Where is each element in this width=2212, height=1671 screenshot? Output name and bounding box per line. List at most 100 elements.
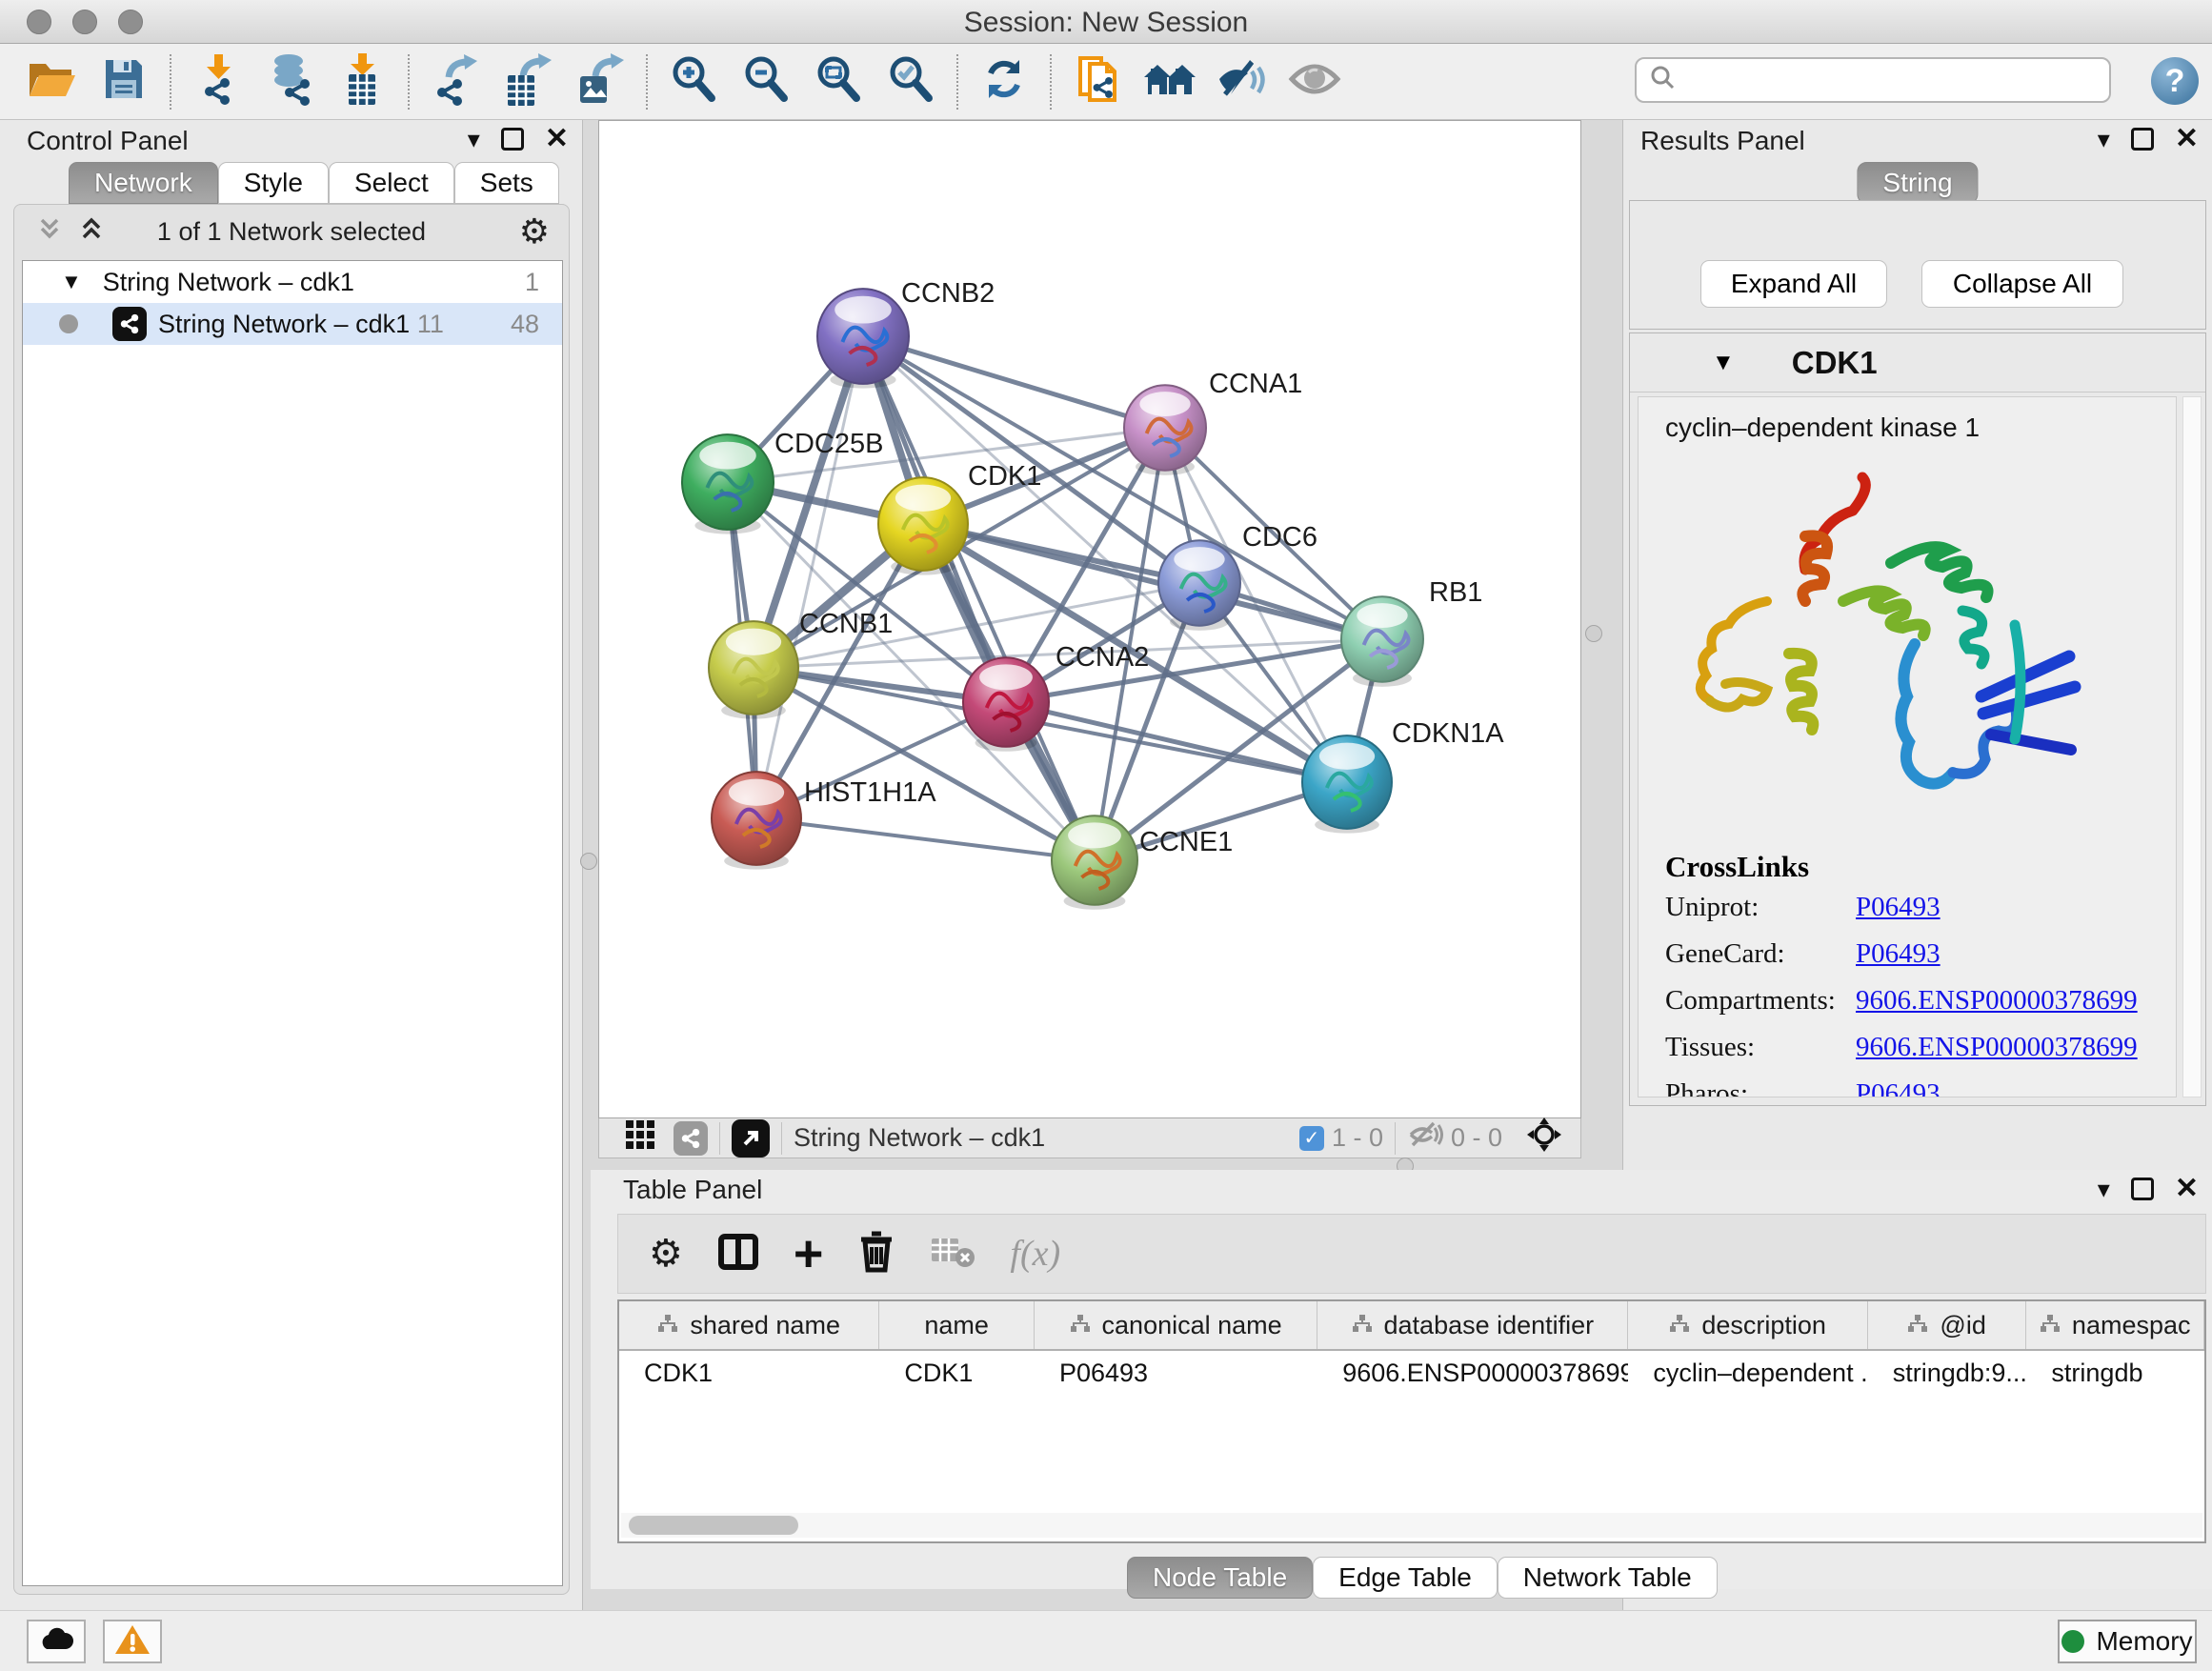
- table-cell[interactable]: CDK1: [619, 1351, 879, 1395]
- close-panel-icon[interactable]: ✕: [545, 125, 569, 153]
- collapse-all-button[interactable]: Collapse All: [1921, 260, 2123, 308]
- crosslink-label: GeneCard:: [1665, 938, 1856, 970]
- float-panel-icon[interactable]: [501, 128, 524, 151]
- zoom-out-button[interactable]: [735, 51, 796, 112]
- hidden-eye-icon[interactable]: [1407, 1120, 1443, 1156]
- zoom-fit-button[interactable]: [808, 51, 869, 112]
- zoom-selected-icon: [886, 54, 935, 109]
- table-cell[interactable]: cyclin–dependent ...: [1628, 1351, 1867, 1395]
- collapse-triangle-icon[interactable]: ▼: [61, 270, 82, 294]
- network-node-CCNB1[interactable]: [709, 621, 798, 719]
- crosslink-link[interactable]: P06493: [1856, 938, 1941, 970]
- network-node-CDC6[interactable]: [1158, 540, 1240, 631]
- network-node-CCNE1[interactable]: [1052, 815, 1137, 910]
- refresh-button[interactable]: [974, 51, 1035, 112]
- crosshair-icon[interactable]: [1525, 1116, 1563, 1160]
- gene-description: cyclin–dependent kinase 1: [1665, 413, 2176, 443]
- tab-node-table[interactable]: Node Table: [1127, 1557, 1313, 1599]
- add-column-icon[interactable]: +: [794, 1235, 824, 1273]
- table-cell[interactable]: stringdb:9...: [1868, 1351, 2027, 1395]
- node-label-CDK1: CDK1: [968, 461, 1041, 492]
- network-node-CCNA1[interactable]: [1124, 385, 1206, 475]
- network-node-RB1[interactable]: [1341, 596, 1423, 687]
- column-header-name[interactable]: name: [879, 1301, 1035, 1349]
- close-panel-icon[interactable]: ✕: [2175, 125, 2199, 153]
- network-node-CDK1[interactable]: [878, 477, 968, 575]
- column-header-description[interactable]: description: [1628, 1301, 1867, 1349]
- crosslink-link[interactable]: P06493: [1856, 1078, 1941, 1097]
- table-cell[interactable]: P06493: [1035, 1351, 1317, 1395]
- network-edge-HIST1H1A-CCNE1[interactable]: [756, 818, 1095, 860]
- show-columns-icon[interactable]: [717, 1231, 759, 1278]
- open-session-button[interactable]: [21, 51, 82, 112]
- panel-menu-icon[interactable]: ▾: [2098, 127, 2110, 151]
- selected-checkbox-icon[interactable]: ✓: [1299, 1126, 1324, 1151]
- tab-network[interactable]: Network: [69, 162, 218, 204]
- network-row-selected[interactable]: String Network – cdk1 11 48: [23, 303, 562, 345]
- tab-string[interactable]: String: [1857, 162, 1978, 204]
- search-box[interactable]: [1635, 57, 2111, 103]
- node-table[interactable]: shared namenamecanonical namedatabase id…: [617, 1299, 2206, 1543]
- save-session-button[interactable]: [93, 51, 154, 112]
- expand-all-button[interactable]: Expand All: [1700, 260, 1887, 308]
- delete-column-icon[interactable]: [857, 1230, 895, 1278]
- left-splitter-handle[interactable]: [580, 853, 597, 870]
- network-view-canvas[interactable]: CCNB2CCNA1CDC25BCDK1CDC6RB1CCNB1CCNA2CDK…: [598, 120, 1581, 1118]
- show-all-button[interactable]: [1284, 51, 1345, 112]
- section-collapse-icon[interactable]: ▼: [1712, 350, 1735, 376]
- table-hscroll-thumb[interactable]: [629, 1516, 798, 1535]
- column-header-shared-name[interactable]: shared name: [619, 1301, 879, 1349]
- table-cell[interactable]: 9606.ENSP00000378699: [1317, 1351, 1628, 1395]
- float-panel-icon[interactable]: [2131, 128, 2154, 151]
- string-badge-icon[interactable]: [674, 1121, 708, 1156]
- tab-edge-table[interactable]: Edge Table: [1313, 1557, 1498, 1599]
- crosslink-link[interactable]: P06493: [1856, 892, 1941, 923]
- tab-network-table[interactable]: Network Table: [1498, 1557, 1718, 1599]
- network-edge-CCNB2-CCNA1[interactable]: [863, 336, 1165, 428]
- cloud-button[interactable]: [27, 1620, 86, 1663]
- zoom-in-button[interactable]: [663, 51, 724, 112]
- memory-label: Memory: [2096, 1626, 2192, 1657]
- right-splitter-handle[interactable]: [1585, 625, 1602, 642]
- float-panel-icon[interactable]: [2131, 1178, 2154, 1200]
- memory-status-dot-icon: [2061, 1630, 2084, 1653]
- table-cell[interactable]: CDK1: [879, 1351, 1035, 1395]
- crosslink-link[interactable]: 9606.ENSP00000378699: [1856, 1032, 2138, 1063]
- table-hscrollbar[interactable]: [621, 1513, 2202, 1538]
- tab-style[interactable]: Style: [218, 162, 329, 204]
- export-image-button[interactable]: [570, 51, 631, 112]
- panel-menu-icon[interactable]: ▾: [468, 127, 480, 151]
- genemania-button[interactable]: [1139, 51, 1200, 112]
- table-options-gear-icon[interactable]: ⚙: [649, 1232, 683, 1276]
- open-in-window-icon[interactable]: [732, 1119, 770, 1158]
- import-database-button[interactable]: [259, 51, 320, 112]
- results-scrollbar[interactable]: [2182, 396, 2202, 1097]
- panel-menu-icon[interactable]: ▾: [2098, 1177, 2110, 1201]
- help-button[interactable]: ?: [2151, 57, 2199, 105]
- close-panel-icon[interactable]: ✕: [2175, 1175, 2199, 1203]
- crosslink-link[interactable]: 9606.ENSP00000378699: [1856, 985, 2138, 1017]
- memory-button[interactable]: Memory: [2058, 1620, 2197, 1663]
- tab-select[interactable]: Select: [329, 162, 454, 204]
- column-header-canonical-name[interactable]: canonical name: [1035, 1301, 1317, 1349]
- search-input[interactable]: [1677, 66, 2086, 95]
- birdseye-grid-icon[interactable]: [624, 1118, 656, 1158]
- import-network-icon: [195, 52, 239, 111]
- tab-sets[interactable]: Sets: [454, 162, 559, 204]
- network-node-HIST1H1A[interactable]: [712, 772, 801, 870]
- hide-selected-button[interactable]: [1212, 51, 1273, 112]
- network-collection-row[interactable]: ▼ String Network – cdk1 1: [23, 261, 562, 303]
- export-table-button[interactable]: [497, 51, 558, 112]
- network-node-CDC25B[interactable]: [682, 434, 774, 534]
- zoom-selected-button[interactable]: [880, 51, 941, 112]
- import-network-button[interactable]: [187, 51, 248, 112]
- column-header--id[interactable]: @id: [1868, 1301, 2027, 1349]
- table-cell[interactable]: stringdb: [2026, 1351, 2204, 1395]
- export-network-button[interactable]: [425, 51, 486, 112]
- network-node-CDKN1A[interactable]: [1302, 735, 1392, 834]
- column-header-database-identifier[interactable]: database identifier: [1317, 1301, 1628, 1349]
- import-table-button[interactable]: [332, 51, 392, 112]
- column-header-namespac[interactable]: namespac: [2026, 1301, 2204, 1349]
- warnings-button[interactable]: [103, 1620, 162, 1663]
- clone-network-button[interactable]: [1067, 51, 1128, 112]
